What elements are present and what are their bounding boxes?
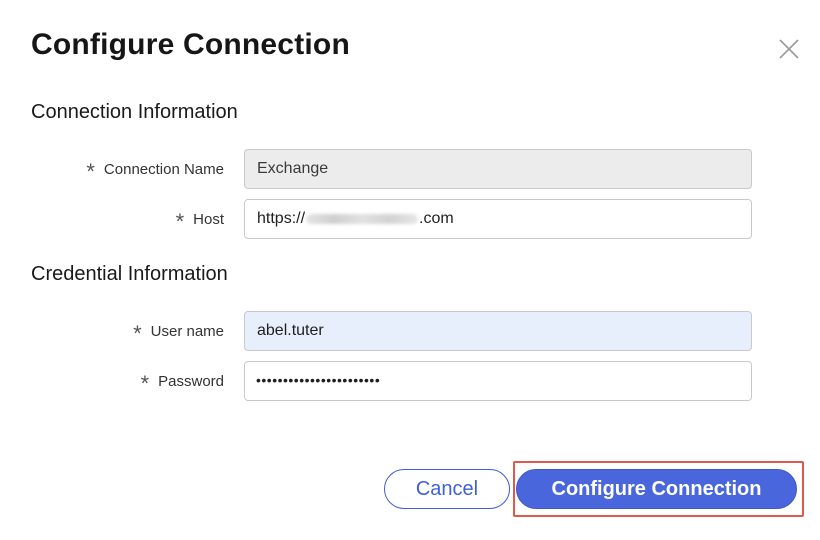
username-label-text: User name: [150, 322, 224, 340]
username-input[interactable]: [244, 311, 752, 351]
host-label: * Host: [176, 199, 224, 239]
connection-name-label: * Connection Name: [86, 149, 224, 189]
host-value-prefix: https://: [257, 210, 306, 227]
host-label-text: Host: [193, 210, 224, 228]
required-indicator-icon: *: [133, 321, 142, 346]
close-icon: [777, 37, 801, 61]
dialog-title: Configure Connection: [31, 28, 350, 61]
username-label: * User name: [133, 311, 224, 351]
redacted-host-blur: [306, 214, 419, 224]
host-value-suffix: .com: [419, 210, 454, 227]
connection-info-heading: Connection Information: [31, 101, 238, 123]
required-indicator-icon: *: [140, 371, 150, 396]
configure-connection-dialog: Configure Connection Connection Informat…: [0, 0, 820, 540]
host-input[interactable]: https:// .com: [244, 199, 752, 239]
connection-name-label-text: Connection Name: [103, 160, 224, 178]
cancel-button[interactable]: Cancel: [384, 469, 510, 509]
connection-name-input[interactable]: [244, 149, 752, 189]
password-label: * Password: [141, 361, 224, 401]
required-indicator-icon: *: [175, 209, 185, 234]
password-label-text: Password: [158, 372, 224, 390]
password-input[interactable]: [244, 361, 752, 401]
required-indicator-icon: *: [86, 159, 95, 184]
close-button[interactable]: [777, 37, 801, 61]
credential-info-heading: Credential Information: [31, 263, 228, 285]
configure-connection-button[interactable]: Configure Connection: [516, 469, 797, 509]
